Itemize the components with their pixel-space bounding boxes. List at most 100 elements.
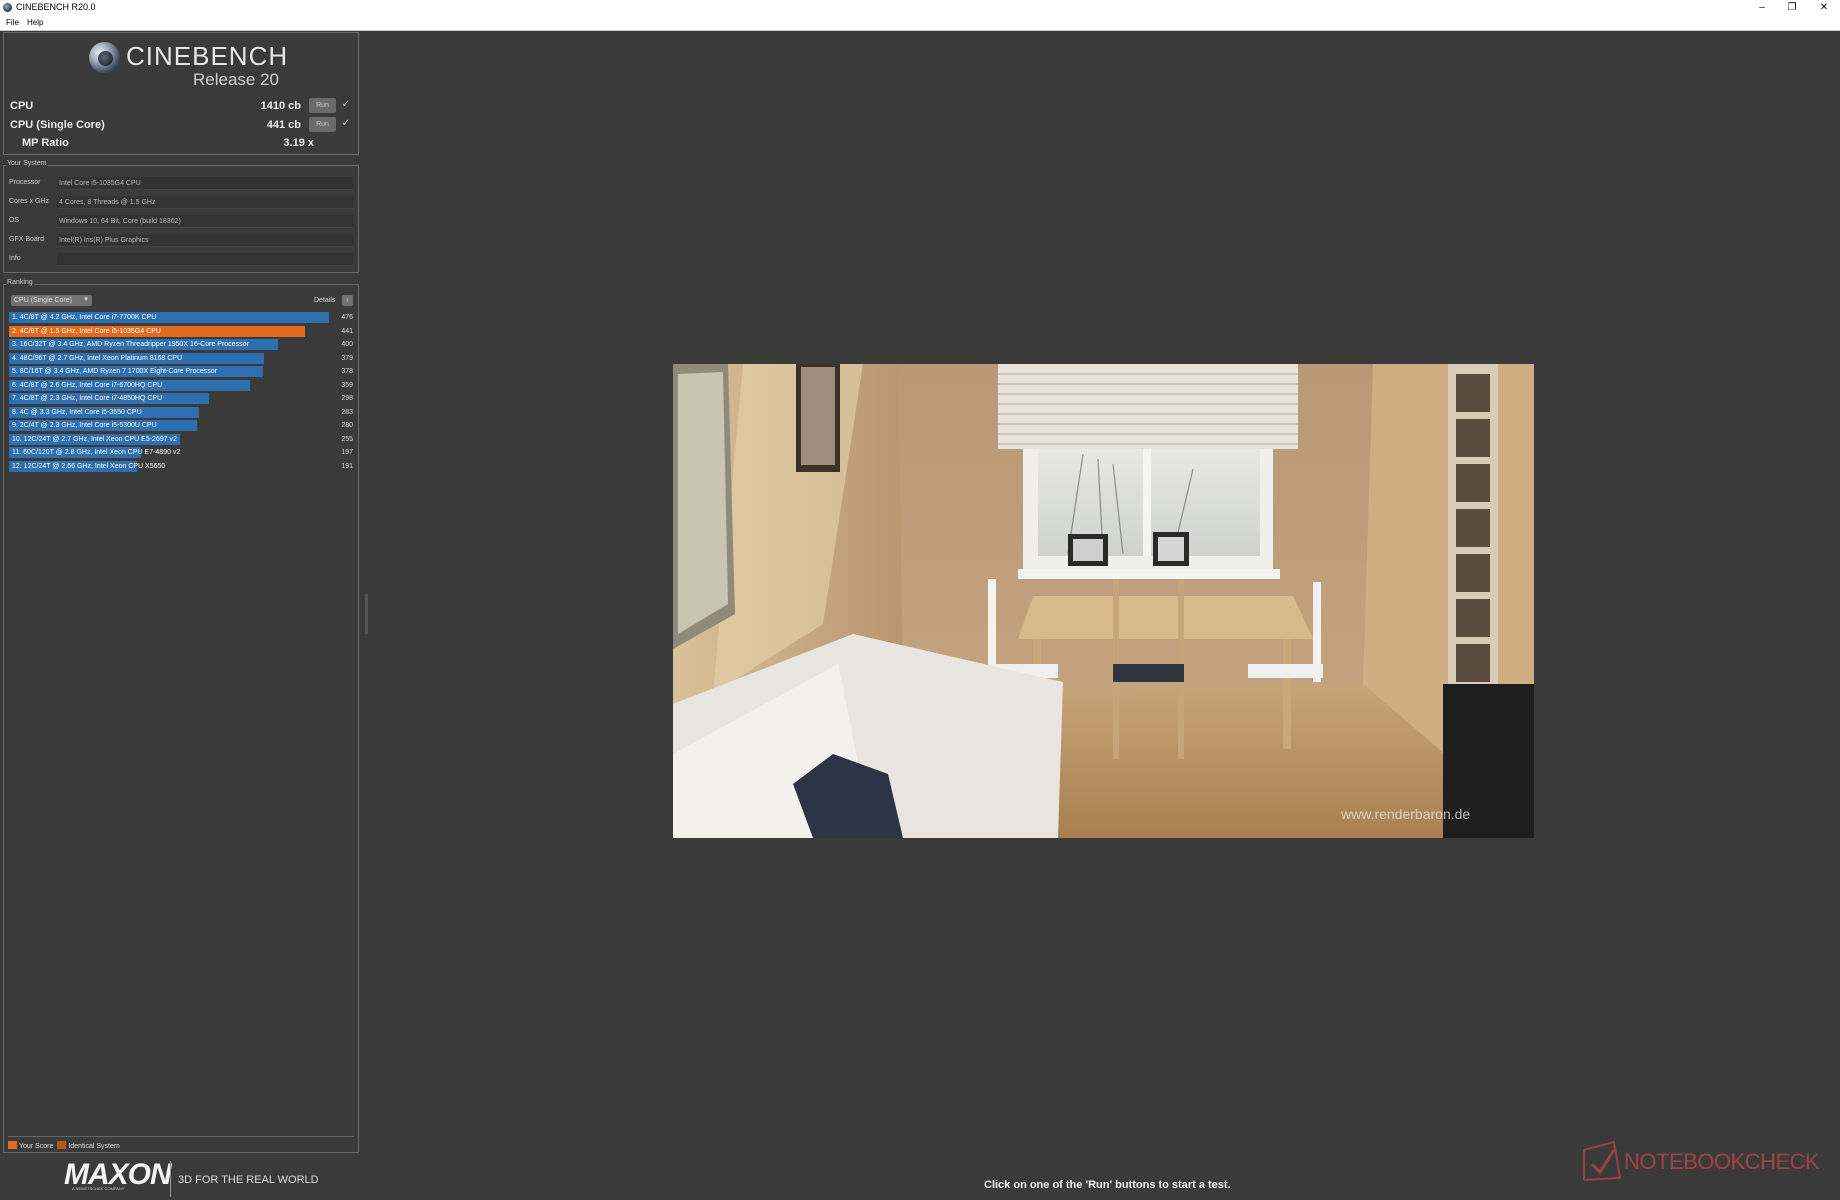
ranking-score: 298 <box>341 395 353 402</box>
cpu-score-value: 1410 cb <box>260 100 301 112</box>
system-value-field: Intel(R) Iris(R) Plus Graphics <box>57 234 353 247</box>
brand-tagline: 3D FOR THE REAL WORLD <box>178 1174 319 1186</box>
ranking-mode-dropdown[interactable]: CPU (Single Core) ▼ <box>11 295 92 306</box>
maxon-subtitle: A NEMETSCHEK COMPANY <box>72 1186 125 1191</box>
ranking-mode-value: CPU (Single Core) <box>14 297 72 304</box>
ranking-label: 2. 4C/8T @ 1.5 GHz, Intel Core i5-1035G4… <box>12 327 161 335</box>
release-label: Release 20 <box>193 70 280 89</box>
identical-system-legend: Identical System <box>68 1143 120 1150</box>
window-title: CINEBENCH R20.0 <box>16 2 96 12</box>
ranking-label: 7. 4C/8T @ 2.3 GHz, Intel Core i7-4850HQ… <box>12 395 163 402</box>
rendered-room-image: www.renderbaron.de <box>673 364 1534 838</box>
ranking-score: 441 <box>341 327 353 335</box>
ranking-score: 191 <box>341 462 353 470</box>
system-key: Processor <box>9 179 41 186</box>
ranking-row[interactable]: 1. 4C/8T @ 4.2 GHz, Intel Core i7-7700K … <box>9 312 355 323</box>
system-row: Processor Intel Core i5-1035G4 CPU <box>9 177 355 190</box>
ranking-row[interactable]: 9. 2C/4T @ 2.3 GHz, Intel Core i5-5300U … <box>9 420 355 431</box>
product-title: CINEBENCH <box>126 41 289 71</box>
cpu-single-score-row: CPU (Single Core) 441 cb Run ✓ <box>10 117 354 134</box>
render-watermark: www.renderbaron.de <box>1340 806 1470 822</box>
details-label: Details <box>314 297 336 304</box>
status-message: Click on one of the 'Run' buttons to sta… <box>984 1179 1231 1191</box>
cpu-single-run-button[interactable]: Run <box>309 117 336 132</box>
close-icon[interactable]: ✕ <box>1810 0 1838 15</box>
ranking-label: 3. 16C/32T @ 3.4 GHz, AMD Ryzen Threadri… <box>12 341 249 348</box>
system-key: GFX Board <box>9 236 45 243</box>
cinebench-logo-icon <box>89 42 120 73</box>
ranking-row[interactable]: 7. 4C/8T @ 2.3 GHz, Intel Core i7-4850HQ… <box>9 393 355 404</box>
ranking-score: 197 <box>341 449 353 456</box>
your-system-title: Your System <box>6 160 48 167</box>
divider <box>170 1161 171 1197</box>
ranking-label: 6. 4C/8T @ 2.6 GHz, Intel Core i7-6700HQ… <box>12 381 163 389</box>
system-key: OS <box>9 217 20 224</box>
ranking-label: 8. 4C @ 3.3 GHz, Intel Core i5-3550 CPU <box>12 408 142 416</box>
cpu-single-label: CPU (Single Core) <box>10 119 105 131</box>
menu-file[interactable]: File <box>6 15 19 30</box>
system-value-field[interactable] <box>57 253 353 266</box>
chevron-down-icon: ▼ <box>83 297 89 303</box>
ranking-row[interactable]: 3. 16C/32T @ 3.4 GHz, AMD Ryzen Threadri… <box>9 339 355 350</box>
cinebench-app-icon <box>3 3 12 12</box>
menu-help[interactable]: Help <box>27 15 43 30</box>
ranking-label: 10. 12C/24T @ 2.7 GHz, Intel Xeon CPU E5… <box>12 435 177 443</box>
ranking-row[interactable]: 12. 12C/24T @ 2.66 GHz, Intel Xeon CPU X… <box>9 460 355 472</box>
render-preview: www.renderbaron.de <box>673 364 1534 838</box>
ranking-label: 11. 60C/120T @ 2.8 GHz, Intel Xeon CPU E… <box>12 449 181 456</box>
system-value-field: Intel Core i5-1035G4 CPU <box>57 177 353 190</box>
ranking-panel: Ranking CPU (Single Core) ▼ Details › 1.… <box>3 279 359 1153</box>
cpu-label: CPU <box>10 100 34 112</box>
ranking-row[interactable]: 4. 48C/96T @ 2.7 GHz, Intel Xeon Platinu… <box>9 352 355 364</box>
your-score-swatch <box>8 1141 17 1149</box>
your-system-panel: Your System Processor Intel Core i5-1035G… <box>3 160 359 273</box>
system-key: Cores x GHz <box>9 198 50 205</box>
mp-ratio-row: MP Ratio 3.19 x <box>10 135 354 152</box>
system-row: Info <box>9 253 355 266</box>
ranking-label: 5. 8C/16T @ 3.4 GHz, AMD Ryzen 7 1700X E… <box>12 368 218 375</box>
system-key: Info <box>9 255 21 262</box>
ranking-label: 4. 48C/96T @ 2.7 GHz, Intel Xeon Platinu… <box>12 354 183 362</box>
system-value-field: Windows 10, 64 Bit, Core (build 18362) <box>57 215 353 228</box>
identical-system-swatch <box>57 1141 67 1149</box>
menu-bar: File Help <box>0 15 1840 31</box>
checkmark-icon: ✓ <box>341 99 350 110</box>
ranking-title: Ranking <box>6 279 34 286</box>
system-row: GFX Board Intel(R) Iris(R) Plus Graphics <box>9 234 355 247</box>
your-score-legend: Your Score <box>19 1143 54 1150</box>
scores-panel: CINEBENCH Release 20 CPU 1410 cb Run ✓ C… <box>3 32 359 155</box>
cpu-run-button[interactable]: Run <box>309 98 336 113</box>
details-expand-button[interactable]: › <box>342 295 353 306</box>
divider <box>8 1136 354 1137</box>
ranking-row[interactable]: 2. 4C/8T @ 1.5 GHz, Intel Core i5-1035G4… <box>9 325 355 337</box>
title-bar: CINEBENCH R20.0 – ❐ ✕ <box>0 0 1840 15</box>
ranking-label: 12. 12C/24T @ 2.66 GHz, Intel Xeon CPU X… <box>12 462 166 470</box>
ranking-row[interactable]: 10. 12C/24T @ 2.7 GHz, Intel Xeon CPU E5… <box>9 433 355 445</box>
ranking-score: 400 <box>341 341 353 348</box>
ranking-score: 280 <box>341 422 353 429</box>
ranking-label: 1. 4C/8T @ 4.2 GHz, Intel Core i7-7700K … <box>12 314 157 321</box>
ranking-score: 359 <box>341 381 353 389</box>
ranking-row[interactable]: 8. 4C @ 3.3 GHz, Intel Core i5-3550 CPU 2… <box>9 406 355 418</box>
system-row: Cores x GHz 4 Cores, 8 Threads @ 1.5 GHz <box>9 196 355 209</box>
ranking-row[interactable]: 5. 8C/16T @ 3.4 GHz, AMD Ryzen 7 1700X E… <box>9 366 355 377</box>
ranking-score: 379 <box>341 354 353 362</box>
ranking-score: 378 <box>341 368 353 375</box>
ranking-row[interactable]: 11. 60C/120T @ 2.8 GHz, Intel Xeon CPU E… <box>9 447 355 458</box>
system-row: OS Windows 10, 64 Bit, Core (build 18362) <box>9 215 355 228</box>
minimize-icon[interactable]: – <box>1748 0 1776 15</box>
ranking-legend: Your Score Identical System <box>8 1141 120 1150</box>
ranking-score: 476 <box>341 314 353 321</box>
panel-splitter-handle[interactable] <box>365 594 368 634</box>
mp-ratio-label: MP Ratio <box>22 137 69 149</box>
system-value-field: 4 Cores, 8 Threads @ 1.5 GHz <box>57 196 353 209</box>
restore-icon[interactable]: ❐ <box>1778 0 1806 15</box>
cpu-single-score-value: 441 cb <box>266 119 301 131</box>
ranking-score: 283 <box>341 408 353 416</box>
notebookcheck-watermark: NOTEBOOKCHECK <box>1624 1149 1820 1174</box>
ranking-row[interactable]: 6. 4C/8T @ 2.6 GHz, Intel Core i7-6700HQ… <box>9 379 355 391</box>
checkmark-icon: ✓ <box>341 118 350 129</box>
mp-ratio-value: 3.19 x <box>283 137 314 149</box>
ranking-score: 255 <box>341 435 353 443</box>
ranking-label: 9. 2C/4T @ 2.3 GHz, Intel Core i5-5300U … <box>12 422 157 429</box>
